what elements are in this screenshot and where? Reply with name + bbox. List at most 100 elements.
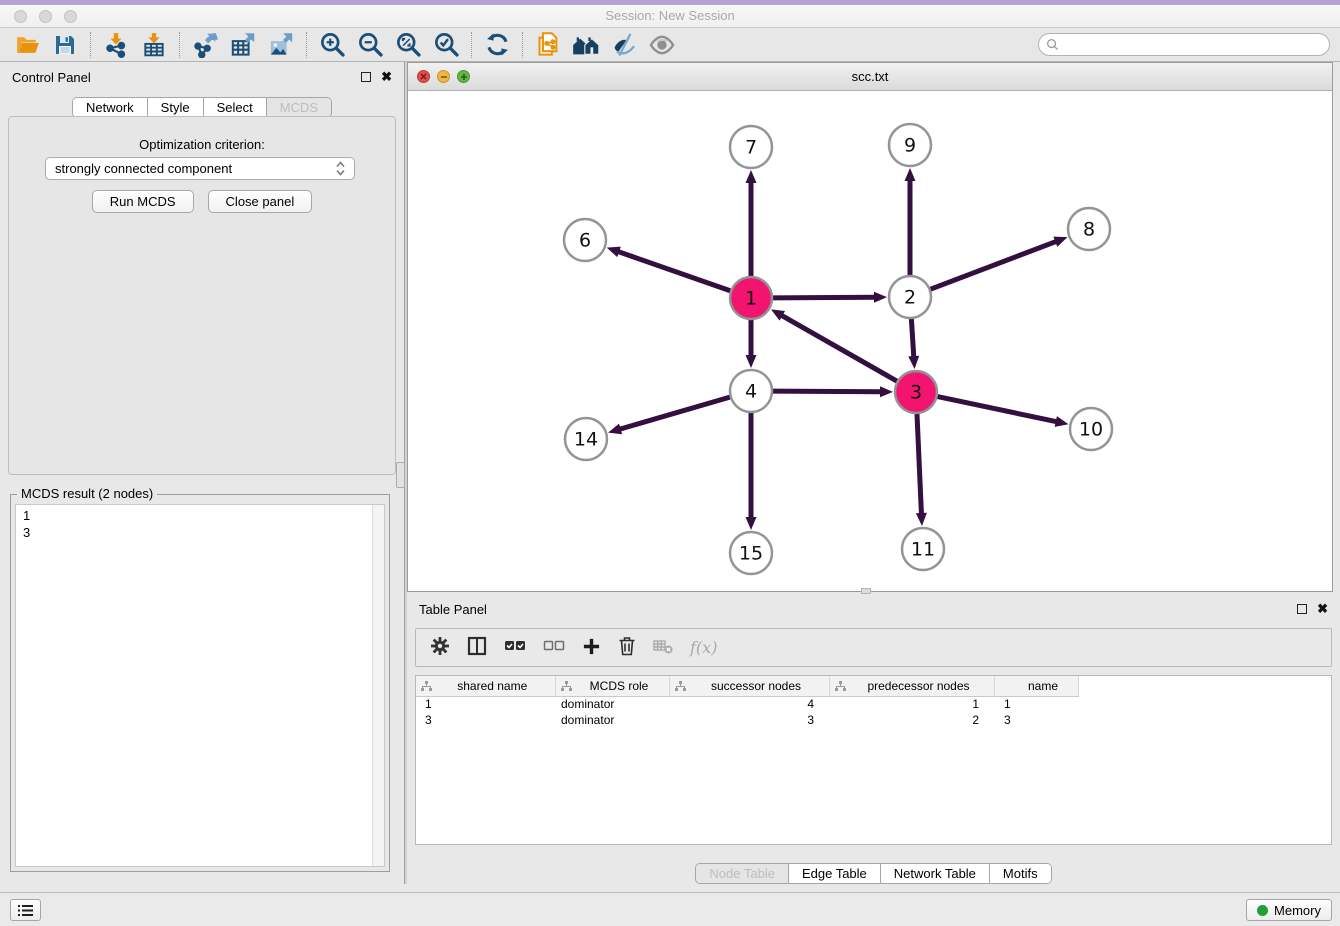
graph-edge-arrowhead	[607, 247, 621, 257]
tab-edge-table[interactable]: Edge Table	[788, 864, 880, 883]
close-table-panel-icon[interactable]: ✖	[1317, 604, 1328, 614]
column-browser-icon[interactable]	[467, 636, 487, 659]
network-canvas[interactable]: 1234678910111415	[408, 91, 1332, 591]
deselect-all-rows-icon[interactable]	[543, 638, 565, 657]
network-maximize-icon[interactable]	[457, 70, 470, 83]
memory-button[interactable]: Memory	[1246, 899, 1332, 921]
graph-node-label-9: 9	[904, 135, 916, 157]
tab-network-table[interactable]: Network Table	[880, 864, 989, 883]
graph-edge-3-10[interactable]	[938, 397, 1058, 422]
table-toolbar: f(x)	[415, 628, 1332, 667]
network-view-window: scc.txt 1234678910111415	[407, 62, 1333, 592]
graph-edge-arrowhead	[874, 292, 887, 303]
export-table-icon[interactable]	[224, 30, 262, 60]
horizontal-splitter-handle[interactable]	[861, 588, 871, 594]
duplicate-network-icon[interactable]	[529, 30, 567, 60]
create-column-plus-icon[interactable]	[582, 637, 601, 659]
export-image-icon[interactable]	[262, 30, 300, 60]
column-header-shared-name[interactable]: shared name	[416, 676, 555, 696]
tab-node-table[interactable]: Node Table	[696, 864, 788, 883]
home-icon[interactable]	[567, 30, 605, 60]
network-minimize-icon[interactable]	[437, 70, 450, 83]
task-history-button[interactable]	[10, 899, 41, 921]
node-table: shared nameMCDS rolesuccessor nodesprede…	[416, 676, 1079, 728]
graph-node-label-7: 7	[745, 137, 757, 159]
app-title: Session: New Session	[0, 5, 1340, 27]
network-close-icon[interactable]	[417, 70, 430, 83]
close-panel-icon[interactable]: ✖	[381, 72, 392, 82]
network-graph[interactable]: 1234678910111415	[408, 91, 1332, 591]
function-builder-icon[interactable]: f(x)	[690, 638, 717, 657]
graph-edge-4-14[interactable]	[619, 397, 730, 429]
visual-styles-icon[interactable]	[605, 30, 643, 60]
column-header-name[interactable]: name	[994, 676, 1078, 696]
graph-edge-2-3[interactable]	[911, 319, 913, 358]
tab-mcds[interactable]: MCDS	[266, 98, 331, 117]
table-row[interactable]: 3dominator323	[416, 712, 1078, 728]
graph-node-label-1: 1	[745, 288, 757, 310]
search-field[interactable]	[1038, 33, 1330, 56]
column-header-successor-nodes[interactable]: successor nodes	[669, 676, 829, 696]
column-header-MCDS-role[interactable]: MCDS role	[555, 676, 669, 696]
graph-edge-arrowhead	[880, 386, 893, 397]
zoom-selected-icon[interactable]	[427, 30, 465, 60]
mcds-panel: Optimization criterion: strongly connect…	[8, 116, 396, 475]
run-mcds-button[interactable]: Run MCDS	[92, 190, 194, 213]
float-table-panel-icon[interactable]	[1297, 604, 1307, 614]
window-controls[interactable]	[14, 10, 77, 23]
result-scrollbar[interactable]	[372, 505, 384, 866]
mcds-result-title: MCDS result (2 nodes)	[17, 486, 157, 501]
graph-edge-arrowhead	[608, 424, 622, 435]
show-hide-panel-eye-icon[interactable]	[643, 30, 681, 60]
import-table-icon[interactable]	[135, 30, 173, 60]
import-network-icon[interactable]	[97, 30, 135, 60]
save-session-icon[interactable]	[46, 30, 84, 60]
table-options-gear-icon[interactable]	[430, 636, 450, 659]
vertical-splitter-handle[interactable]	[396, 462, 405, 488]
mcds-result-textarea[interactable]: 1 3	[15, 504, 385, 867]
column-header-predecessor-nodes[interactable]: predecessor nodes	[829, 676, 994, 696]
table-panel-header: Table Panel ✖	[407, 596, 1340, 622]
search-input[interactable]	[1063, 38, 1322, 52]
export-network-icon[interactable]	[186, 30, 224, 60]
close-window-button[interactable]	[14, 10, 27, 23]
criterion-dropdown[interactable]: strongly connected component	[45, 157, 355, 180]
delete-selected-columns-icon[interactable]	[653, 637, 673, 658]
delete-columns-trash-icon[interactable]	[618, 636, 636, 659]
network-window-titlebar[interactable]: scc.txt	[408, 63, 1332, 91]
search-icon	[1046, 38, 1059, 51]
toolbar-separator	[90, 32, 91, 58]
tab-network[interactable]: Network	[73, 98, 147, 117]
result-line: 1	[23, 507, 377, 524]
table-panel-tabs: Node Table Edge Table Network Table Moti…	[695, 863, 1051, 884]
graph-edge-3-11[interactable]	[917, 414, 922, 515]
graph-edge-3-1[interactable]	[781, 315, 897, 381]
fit-content-icon[interactable]	[389, 30, 427, 60]
close-panel-button[interactable]: Close panel	[208, 190, 313, 213]
status-bar: Memory	[0, 892, 1340, 926]
toolbar-separator	[179, 32, 180, 58]
graph-edge-arrowhead	[746, 517, 757, 530]
graph-edge-1-6[interactable]	[617, 251, 730, 291]
open-session-icon[interactable]	[8, 30, 46, 60]
graph-edge-2-8[interactable]	[931, 241, 1058, 289]
select-all-rows-icon[interactable]	[504, 638, 526, 657]
graph-node-label-4: 4	[745, 381, 757, 403]
table-panel: Table Panel ✖ f(x) shared nameMCDS roles…	[407, 596, 1340, 888]
mcds-result-group: MCDS result (2 nodes) 1 3	[10, 494, 390, 872]
refresh-view-icon[interactable]	[478, 30, 516, 60]
toolbar-separator	[471, 32, 472, 58]
zoom-window-button[interactable]	[64, 10, 77, 23]
minimize-window-button[interactable]	[39, 10, 52, 23]
table-row[interactable]: 1dominator411	[416, 696, 1078, 712]
zoom-out-icon[interactable]	[351, 30, 389, 60]
graph-edge-arrowhead	[908, 356, 919, 369]
graph-edge-4-3[interactable]	[773, 391, 882, 392]
float-panel-icon[interactable]	[361, 72, 371, 82]
zoom-in-icon[interactable]	[313, 30, 351, 60]
tab-select[interactable]: Select	[203, 98, 266, 117]
graph-edge-1-2[interactable]	[773, 297, 876, 298]
tab-style[interactable]: Style	[147, 98, 203, 117]
tab-motifs[interactable]: Motifs	[989, 864, 1051, 883]
graph-node-label-11: 11	[911, 539, 935, 561]
